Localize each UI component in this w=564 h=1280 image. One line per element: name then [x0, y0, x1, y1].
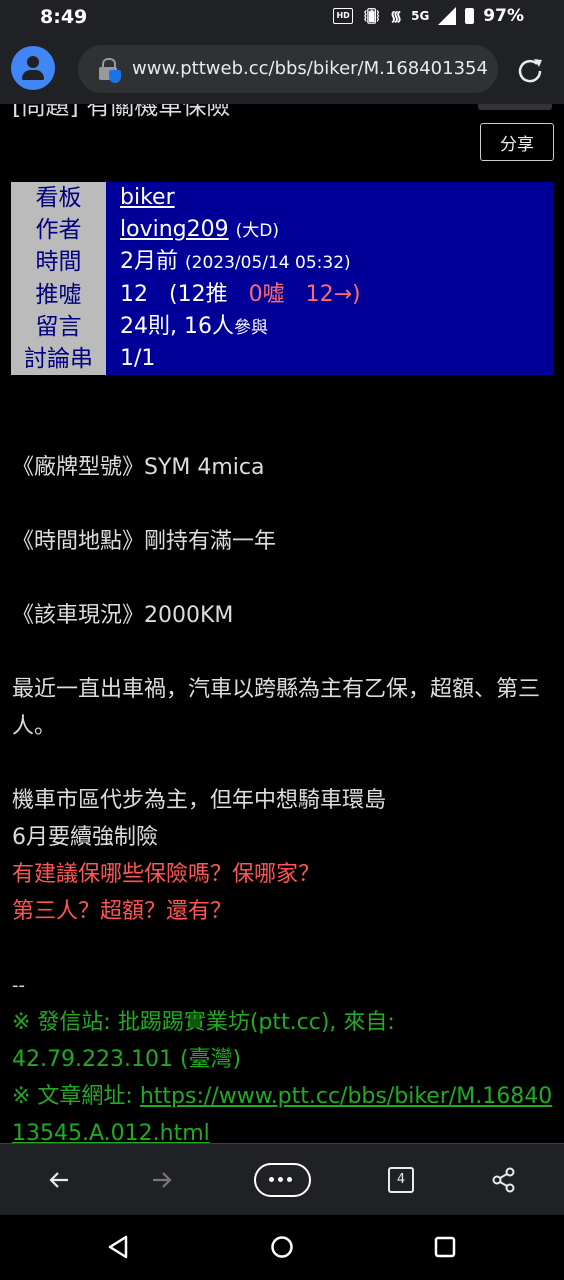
- footer-url-line: ※ 文章網址: https://www.ptt.cc/bbs/biker/M.1…: [12, 1078, 556, 1144]
- signature-divider: --: [12, 975, 25, 996]
- meta-key: 討論串: [11, 342, 106, 376]
- url-bar[interactable]: www.pttweb.cc/bbs/biker/M.168401354: [78, 45, 498, 93]
- forward-arrow-icon[interactable]: [144, 1162, 180, 1198]
- author-link[interactable]: loving209: [120, 217, 229, 242]
- meta-key: 推噓: [11, 278, 106, 311]
- question-line: 有建議保哪些保險嗎？保哪家？: [12, 862, 321, 887]
- boo-count: 0噓: [248, 281, 285, 307]
- lock-icon[interactable]: [98, 58, 121, 83]
- battery-icon: [465, 8, 475, 24]
- time-relative: 2月前: [120, 249, 178, 275]
- browser-toolbar: www.pttweb.cc/bbs/biker/M.168401354: [0, 36, 564, 104]
- score-total: 12: [120, 281, 148, 307]
- meta-row-time: 時間 2月前 (2023/05/14 05:32): [11, 246, 554, 279]
- url-text[interactable]: www.pttweb.cc/bbs/biker/M.168401354: [132, 58, 488, 79]
- push-count: (12推: [169, 281, 228, 307]
- vibrate-icon: 📳︎: [362, 7, 382, 25]
- time-absolute: (2023/05/14 05:32): [185, 253, 351, 274]
- thread-position: 1/1: [120, 345, 156, 371]
- body-line: 6月要續強制險: [12, 825, 158, 850]
- meta-row-thread: 討論串 1/1: [11, 342, 554, 376]
- account-avatar-icon[interactable]: [11, 46, 55, 90]
- back-arrow-icon[interactable]: [41, 1162, 77, 1198]
- body-line: 《廠牌型號》SYM 4mica: [12, 455, 265, 480]
- status-bar: 8:49 HD 📳︎ ᯾ 5G 97%: [0, 0, 564, 36]
- share-button[interactable]: 分享: [480, 123, 554, 161]
- reload-icon[interactable]: [515, 56, 545, 86]
- arrow-count: 12→): [305, 281, 361, 307]
- question-line: 第三人？超額？還有？: [12, 899, 233, 924]
- status-time: 8:49: [40, 6, 88, 28]
- meta-key: 時間: [11, 246, 106, 279]
- meta-key: 留言: [11, 310, 106, 343]
- meta-key: 看板: [11, 182, 106, 215]
- tab-switcher-button[interactable]: 4: [388, 1167, 414, 1193]
- comment-count: 24則, 16人: [120, 313, 234, 339]
- body-line: 《該車現況》2000KM: [12, 603, 234, 628]
- network-type: 5G: [411, 9, 430, 23]
- participants-label: 參與: [233, 317, 268, 338]
- page-content: [問題] 有關機車保險 分享 看板 biker 作者 loving209 (大D…: [0, 104, 564, 1144]
- status-icons: HD 📳︎ ᯾ 5G 97%: [333, 6, 524, 26]
- meta-row-comments: 留言 24則, 16人參與: [11, 310, 554, 343]
- system-recents-icon[interactable]: [432, 1234, 458, 1260]
- author-nickname: (大D): [235, 221, 279, 242]
- post-meta-table: 看板 biker 作者 loving209 (大D) 時間 2月前 (2023/…: [11, 182, 554, 376]
- browser-bottom-bar: 4: [0, 1143, 564, 1216]
- meta-row-author: 作者 loving209 (大D): [11, 214, 554, 247]
- meta-row-board: 看板 biker: [11, 182, 554, 215]
- body-line: 《時間地點》剛持有滿一年: [12, 529, 277, 554]
- header-button-partial[interactable]: [478, 104, 552, 110]
- body-line: 機車市區代步為主，但年中想騎車環島: [12, 788, 387, 813]
- board-link[interactable]: biker: [120, 185, 175, 210]
- signal-icon: [438, 7, 457, 25]
- share-icon[interactable]: [486, 1162, 522, 1198]
- body-line: 最近一直出車禍，汽車以跨縣為主有乙保，超額、第三人。: [12, 677, 541, 739]
- wifi-calling-icon: ᯾: [390, 8, 403, 25]
- footer-station: ※ 發信站: 批踢踢實業坊(ptt.cc), 來自: 42.79.223.101…: [12, 1010, 395, 1072]
- system-nav-bar: [0, 1215, 564, 1280]
- meta-row-score: 推噓 12 (12推 0噓 12→): [11, 278, 554, 311]
- system-home-icon[interactable]: [269, 1234, 295, 1260]
- system-back-icon[interactable]: [106, 1234, 132, 1260]
- battery-level: 97%: [483, 6, 524, 26]
- hd-voice-icon: HD: [333, 8, 354, 24]
- post-title: [問題] 有關機車保險: [12, 104, 231, 120]
- footer-url-label: ※ 文章網址:: [12, 1084, 140, 1109]
- post-body: 《廠牌型號》SYM 4mica 《時間地點》剛持有滿一年 《該車現況》2000K…: [12, 449, 556, 1144]
- meta-key: 作者: [11, 214, 106, 247]
- more-options-button[interactable]: [254, 1163, 311, 1197]
